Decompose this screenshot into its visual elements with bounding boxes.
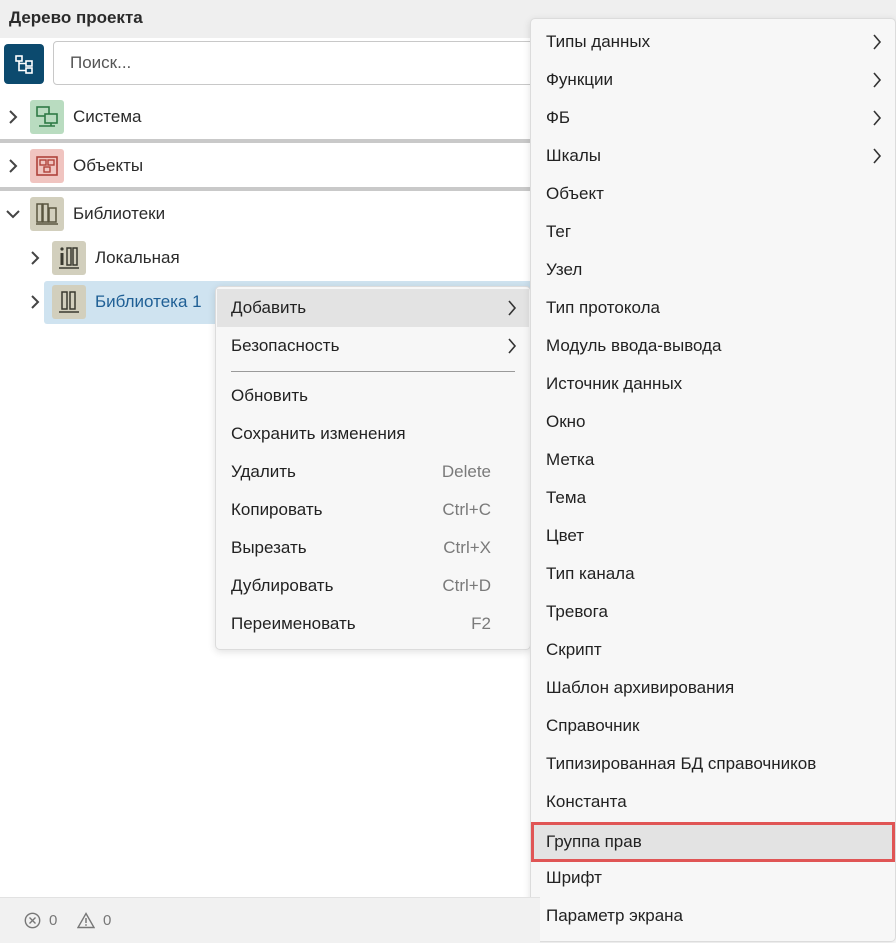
- menu-item-refresh[interactable]: Обновить: [217, 377, 529, 415]
- menu-item-save[interactable]: Сохранить изменения: [217, 415, 529, 453]
- submenu-item-script[interactable]: Скрипт: [532, 631, 894, 669]
- tree-node-libraries[interactable]: Библиотеки: [6, 194, 165, 234]
- search-field[interactable]: [53, 41, 584, 85]
- warnings-indicator[interactable]: 0: [77, 912, 111, 929]
- submenu-item-archive-template[interactable]: Шаблон архивирования: [532, 669, 894, 707]
- shortcut-label: Ctrl+X: [443, 538, 491, 557]
- local-library-icon: [52, 241, 86, 275]
- submenu-item-data-types[interactable]: Типы данных: [532, 23, 894, 61]
- menu-item-add[interactable]: Добавить: [217, 289, 529, 327]
- chevron-right-icon[interactable]: [28, 295, 42, 309]
- tree-node-local[interactable]: Локальная: [28, 238, 180, 278]
- submenu-item-screen-parameter[interactable]: Параметр экрана: [532, 897, 894, 935]
- errors-indicator[interactable]: 0: [24, 912, 57, 929]
- shortcut-label: F2: [471, 614, 491, 633]
- chevron-right-icon[interactable]: [28, 251, 42, 265]
- tree-node-label: Объекты: [73, 156, 144, 175]
- chevron-right-icon: [872, 148, 882, 169]
- menu-item-copy[interactable]: Копировать Ctrl+C: [217, 491, 529, 529]
- submenu-item-color[interactable]: Цвет: [532, 517, 894, 555]
- menu-item-rename[interactable]: Переименовать F2: [217, 605, 529, 643]
- tree-node-label: Библиотеки: [73, 204, 166, 223]
- context-menu: Добавить Безопасность Обновить Сохранить…: [215, 286, 531, 650]
- chevron-right-icon: [507, 300, 517, 321]
- chevron-right-icon: [507, 338, 517, 359]
- submenu-item-rights-group[interactable]: Группа прав: [531, 822, 895, 862]
- submenu-item-reference[interactable]: Справочник: [532, 707, 894, 745]
- shortcut-label: Ctrl+C: [442, 500, 491, 519]
- submenu-item-label[interactable]: Метка: [532, 441, 894, 479]
- errors-count: 0: [49, 912, 58, 929]
- submenu-item-tag[interactable]: Тег: [532, 213, 894, 251]
- menu-item-duplicate[interactable]: Дублировать Ctrl+D: [217, 567, 529, 605]
- chevron-right-icon: [872, 110, 882, 131]
- tree-node-label: Система: [73, 107, 142, 126]
- submenu-item-window[interactable]: Окно: [532, 403, 894, 441]
- shortcut-label: Ctrl+D: [442, 576, 491, 595]
- menu-item-cut[interactable]: Вырезать Ctrl+X: [217, 529, 529, 567]
- submenu-item-font[interactable]: Шрифт: [532, 859, 894, 897]
- chevron-right-icon: [872, 34, 882, 55]
- submenu-item-protocol-type[interactable]: Тип протокола: [532, 289, 894, 327]
- warnings-count: 0: [103, 912, 112, 929]
- submenu-item-typed-reference-db[interactable]: Типизированная БД справочников: [532, 745, 894, 783]
- tree-structure-icon: [15, 55, 33, 74]
- separator: [0, 139, 530, 143]
- tree-view-button[interactable]: [4, 44, 44, 84]
- submenu-item-node[interactable]: Узел: [532, 251, 894, 289]
- search-input[interactable]: [54, 42, 584, 84]
- system-icon: [30, 100, 64, 134]
- tree-node-label: Библиотека 1: [95, 292, 202, 311]
- tree-node-library1[interactable]: Библиотека 1: [28, 282, 202, 322]
- chevron-right-icon[interactable]: [6, 110, 20, 124]
- menu-item-security[interactable]: Безопасность: [217, 327, 529, 365]
- submenu-item-theme[interactable]: Тема: [532, 479, 894, 517]
- tree-node-system[interactable]: Система: [6, 97, 141, 137]
- submenu-item-channel-type[interactable]: Тип канала: [532, 555, 894, 593]
- submenu-item-alarm[interactable]: Тревога: [532, 593, 894, 631]
- tree-node-objects[interactable]: Объекты: [6, 146, 143, 186]
- error-icon: [24, 912, 41, 929]
- tree-node-label: Локальная: [95, 248, 180, 267]
- submenu-item-io-module[interactable]: Модуль ввода-вывода: [532, 327, 894, 365]
- warning-icon: [77, 912, 95, 929]
- submenu-item-object[interactable]: Объект: [532, 175, 894, 213]
- submenu-item-scales[interactable]: Шкалы: [532, 137, 894, 175]
- submenu-item-data-source[interactable]: Источник данных: [532, 365, 894, 403]
- library-icon: [52, 285, 86, 319]
- libraries-icon: [30, 197, 64, 231]
- menu-separator: [231, 371, 515, 372]
- objects-icon: [30, 149, 64, 183]
- submenu-item-constant[interactable]: Константа: [532, 783, 894, 821]
- status-bar: 0 0: [0, 897, 540, 943]
- shortcut-label: Delete: [441, 462, 491, 481]
- add-submenu: Типы данных Функции ФБ Шкалы Объект Тег …: [530, 18, 896, 942]
- chevron-down-icon[interactable]: [6, 207, 20, 221]
- panel-title: Дерево проекта: [9, 8, 143, 27]
- separator: [0, 187, 530, 191]
- submenu-item-fb[interactable]: ФБ: [532, 99, 894, 137]
- menu-item-delete[interactable]: Удалить Delete: [217, 453, 529, 491]
- chevron-right-icon[interactable]: [6, 159, 20, 173]
- submenu-item-functions[interactable]: Функции: [532, 61, 894, 99]
- chevron-right-icon: [872, 72, 882, 93]
